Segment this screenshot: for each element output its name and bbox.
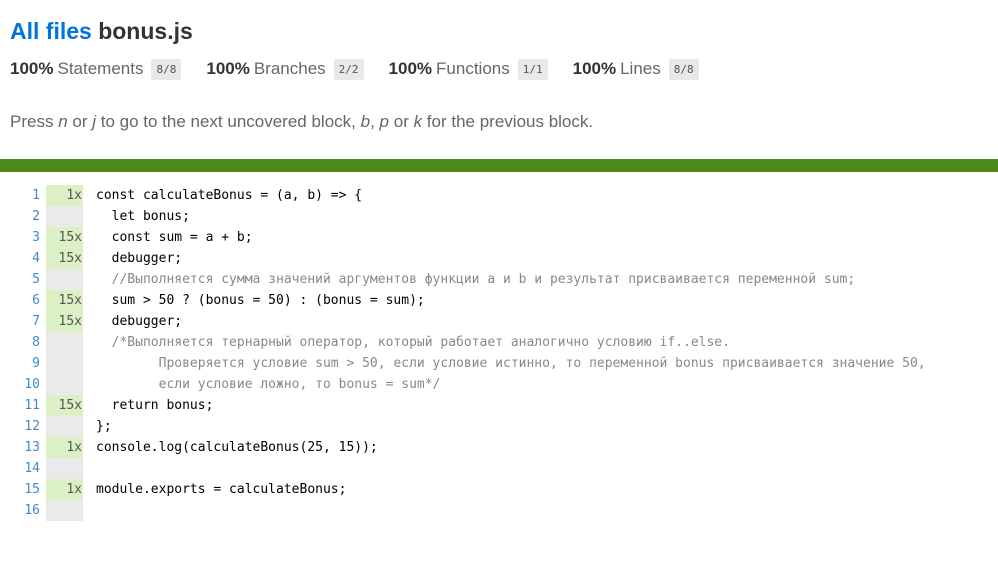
- functions-fraction: 1/1: [517, 58, 548, 80]
- branches-stat: 100% Branches 2/2: [206, 58, 364, 80]
- hit-count: [46, 332, 83, 353]
- line-number-link[interactable]: 2: [0, 206, 46, 227]
- page-title: All files bonus.js: [10, 16, 988, 46]
- source-code: sum > 50 ? (bonus = 50) : (bonus = sum);: [96, 293, 425, 308]
- all-files-link[interactable]: All files: [10, 18, 92, 44]
- code-line: 11 15x return bonus;: [0, 395, 926, 416]
- hint-text: for the previous block.: [422, 112, 594, 131]
- line-number-link[interactable]: 5: [0, 269, 46, 290]
- source-code: [83, 500, 96, 521]
- source-code: //Выполняется сумма значений аргументов …: [96, 272, 856, 287]
- hit-count: 15x: [46, 311, 83, 332]
- source-code: let bonus;: [96, 209, 190, 224]
- hint-key: p: [379, 112, 390, 131]
- hint-key: b: [360, 112, 371, 131]
- line-number-link[interactable]: 16: [0, 500, 46, 521]
- hint-text: or: [67, 112, 93, 131]
- code-line: 7 15x debugger;: [0, 311, 926, 332]
- code-line: 9 Проверяется условие sum > 50, если усл…: [0, 353, 926, 374]
- source-code: debugger;: [96, 314, 183, 329]
- line-number-link[interactable]: 7: [0, 311, 46, 332]
- hit-count: [46, 269, 83, 290]
- line-number-link[interactable]: 11: [0, 395, 46, 416]
- hit-count: [46, 500, 83, 521]
- functions-pct: 100%: [388, 59, 433, 78]
- hint-text: or: [389, 112, 414, 131]
- hit-count: [46, 458, 83, 479]
- branches-pct: 100%: [206, 59, 250, 78]
- statements-pct: 100%: [10, 59, 54, 78]
- hint-key: k: [413, 112, 423, 131]
- code-listing: 1 1x const calculateBonus = (a, b) => {2 l…: [0, 185, 926, 521]
- line-number-link[interactable]: 1: [0, 185, 46, 206]
- source-code: const calculateBonus = (a, b) => {: [96, 188, 363, 203]
- line-number-link[interactable]: 8: [0, 332, 46, 353]
- lines-stat: 100% Lines 8/8: [572, 58, 699, 80]
- functions-stat: 100% Functions 1/1: [388, 58, 548, 80]
- code-line: 8 /*Выполняется тернарный оператор, кото…: [0, 332, 926, 353]
- source-code: Проверяется условие sum > 50, если услов…: [96, 356, 926, 371]
- hit-count: [46, 206, 83, 227]
- lines-pct: 100%: [572, 59, 617, 78]
- code-line: 1 1x const calculateBonus = (a, b) => {: [0, 185, 926, 206]
- source-code: return bonus;: [96, 398, 214, 413]
- code-line: 2 let bonus;: [0, 206, 926, 227]
- source-code: [83, 458, 96, 479]
- code-line: 16: [0, 500, 926, 521]
- hit-count: 1x: [46, 185, 83, 206]
- source-code: если условие ложно, то bonus = sum*/: [96, 377, 441, 392]
- coverage-status-bar: [0, 159, 998, 172]
- source-code: };: [96, 419, 112, 434]
- source-code: debugger;: [96, 251, 183, 266]
- hit-count: 15x: [46, 248, 83, 269]
- source-code: console.log(calculateBonus(25, 15));: [96, 440, 378, 455]
- statements-fraction: 8/8: [151, 58, 182, 80]
- line-number-link[interactable]: 14: [0, 458, 46, 479]
- code-line: 15 1x module.exports = calculateBonus;: [0, 479, 926, 500]
- hint-text: Press: [10, 112, 59, 131]
- functions-label: Functions: [436, 59, 510, 78]
- branches-fraction: 2/2: [333, 58, 364, 80]
- line-number-link[interactable]: 6: [0, 290, 46, 311]
- coverage-summary: 100% Statements 8/8 100% Branches 2/2 10…: [10, 56, 988, 82]
- coverage-header: All files bonus.js 100% Statements 8/8 1…: [0, 0, 998, 132]
- source-code: module.exports = calculateBonus;: [96, 482, 347, 497]
- branches-label: Branches: [253, 59, 326, 78]
- hint-text: to go to the next uncovered block,: [96, 112, 361, 131]
- hit-count: 15x: [46, 227, 83, 248]
- line-number-link[interactable]: 15: [0, 479, 46, 500]
- line-number-link[interactable]: 9: [0, 353, 46, 374]
- code-line: 5 //Выполняется сумма значений аргументо…: [0, 269, 926, 290]
- hit-count: [46, 353, 83, 374]
- line-number-link[interactable]: 4: [0, 248, 46, 269]
- line-number-link[interactable]: 13: [0, 437, 46, 458]
- hit-count: [46, 374, 83, 395]
- lines-label: Lines: [620, 59, 661, 78]
- source-code: /*Выполняется тернарный оператор, которы…: [96, 335, 730, 350]
- code-line: 3 15x const sum = a + b;: [0, 227, 926, 248]
- code-line: 4 15x debugger;: [0, 248, 926, 269]
- code-line: 6 15x sum > 50 ? (bonus = 50) : (bonus = …: [0, 290, 926, 311]
- hit-count: [46, 416, 83, 437]
- source-code: const sum = a + b;: [96, 230, 253, 245]
- code-line: 10 если условие ложно, то bonus = sum*/: [0, 374, 926, 395]
- line-number-link[interactable]: 3: [0, 227, 46, 248]
- file-name: bonus.js: [98, 18, 193, 44]
- line-number-link[interactable]: 12: [0, 416, 46, 437]
- hint-key: n: [58, 112, 68, 131]
- code-line: 12};: [0, 416, 926, 437]
- hit-count: 15x: [46, 290, 83, 311]
- line-number-link[interactable]: 10: [0, 374, 46, 395]
- statements-stat: 100% Statements 8/8: [10, 58, 182, 80]
- lines-fraction: 8/8: [668, 58, 699, 80]
- hint-text: ,: [370, 112, 380, 131]
- hit-count: 1x: [46, 479, 83, 500]
- statements-label: Statements: [57, 59, 144, 78]
- code-line: 14: [0, 458, 926, 479]
- keyboard-hint: Press n or j to go to the next uncovered…: [10, 112, 988, 132]
- hit-count: 15x: [46, 395, 83, 416]
- hit-count: 1x: [46, 437, 83, 458]
- code-line: 13 1x console.log(calculateBonus(25, 15));: [0, 437, 926, 458]
